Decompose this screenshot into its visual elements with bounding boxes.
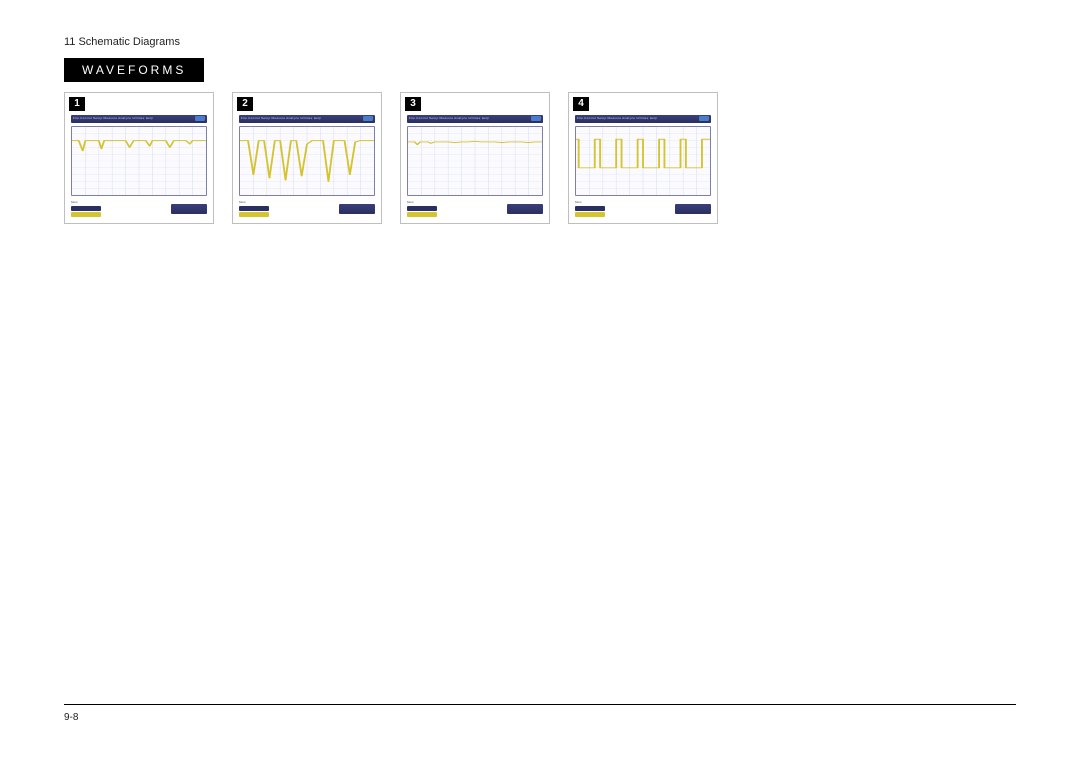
scope-screenshot: File Control Setup Measure Analyze Utili… bbox=[65, 93, 213, 223]
scope-footer-text: More bbox=[71, 200, 101, 204]
scope-channel-chip bbox=[239, 212, 269, 217]
scope-footer: More bbox=[575, 200, 711, 217]
scope-run-button bbox=[699, 116, 709, 121]
scope-run-button bbox=[363, 116, 373, 121]
scope-channel-chip bbox=[575, 212, 605, 217]
scope-footer-text: More bbox=[575, 200, 605, 204]
scope-footer: More bbox=[71, 200, 207, 217]
scope-run-button bbox=[531, 116, 541, 121]
waveform-number-badge: 4 bbox=[573, 97, 589, 111]
footer-rule bbox=[64, 704, 1016, 705]
scope-toolbar: File Control Setup Measure Analyze Utili… bbox=[239, 115, 375, 123]
scope-toolbar: File Control Setup Measure Analyze Utili… bbox=[407, 115, 543, 123]
scope-channel-chip bbox=[239, 206, 269, 211]
scope-screenshot: File Control Setup Measure Analyze Utili… bbox=[401, 93, 549, 223]
scope-menu: File Control Setup Measure Analyze Utili… bbox=[73, 116, 153, 120]
scope-footer-text: More bbox=[407, 200, 437, 204]
scope-channel-chip bbox=[407, 206, 437, 211]
scope-toolbar: File Control Setup Measure Analyze Utili… bbox=[575, 115, 711, 123]
scope-toolbar: File Control Setup Measure Analyze Utili… bbox=[71, 115, 207, 123]
scope-menu: File Control Setup Measure Analyze Utili… bbox=[409, 116, 489, 120]
scope-menu: File Control Setup Measure Analyze Utili… bbox=[241, 116, 321, 120]
scope-channel-chip bbox=[407, 212, 437, 217]
section-title: WAVEFORMS bbox=[64, 58, 204, 82]
scope-screenshot: File Control Setup Measure Analyze Utili… bbox=[233, 93, 381, 223]
waveform-card: 2 File Control Setup Measure Analyze Util… bbox=[232, 92, 382, 224]
scope-channel-chip bbox=[71, 206, 101, 211]
breadcrumb: 11 Schematic Diagrams bbox=[64, 36, 1016, 48]
scope-status-panel bbox=[339, 204, 375, 214]
scope-run-button bbox=[195, 116, 205, 121]
scope-status-panel bbox=[171, 204, 207, 214]
scope-status-panel bbox=[675, 204, 711, 214]
scope-plot bbox=[71, 126, 207, 196]
scope-plot bbox=[239, 126, 375, 196]
scope-plot bbox=[407, 126, 543, 196]
waveform-number-badge: 2 bbox=[237, 97, 253, 111]
scope-channel-chip bbox=[575, 206, 605, 211]
waveform-card: 1 File Control Setup Measure Analyze Util… bbox=[64, 92, 214, 224]
waveform-number-badge: 3 bbox=[405, 97, 421, 111]
scope-status-panel bbox=[507, 204, 543, 214]
waveform-card: 3 File Control Setup Measure Analyze Util… bbox=[400, 92, 550, 224]
waveform-number-badge: 1 bbox=[69, 97, 85, 111]
document-page: 11 Schematic Diagrams WAVEFORMS 1 File Co… bbox=[0, 0, 1080, 763]
scope-plot bbox=[575, 126, 711, 196]
waveform-card: 4 File Control Setup Measure Analyze Util… bbox=[568, 92, 718, 224]
scope-footer: More bbox=[407, 200, 543, 217]
waveform-grid: 1 File Control Setup Measure Analyze Util… bbox=[64, 92, 1016, 224]
scope-footer: More bbox=[239, 200, 375, 217]
scope-menu: File Control Setup Measure Analyze Utili… bbox=[577, 116, 657, 120]
page-number: 9-8 bbox=[64, 712, 78, 723]
scope-screenshot: File Control Setup Measure Analyze Utili… bbox=[569, 93, 717, 223]
scope-footer-text: More bbox=[239, 200, 269, 204]
scope-channel-chip bbox=[71, 212, 101, 217]
